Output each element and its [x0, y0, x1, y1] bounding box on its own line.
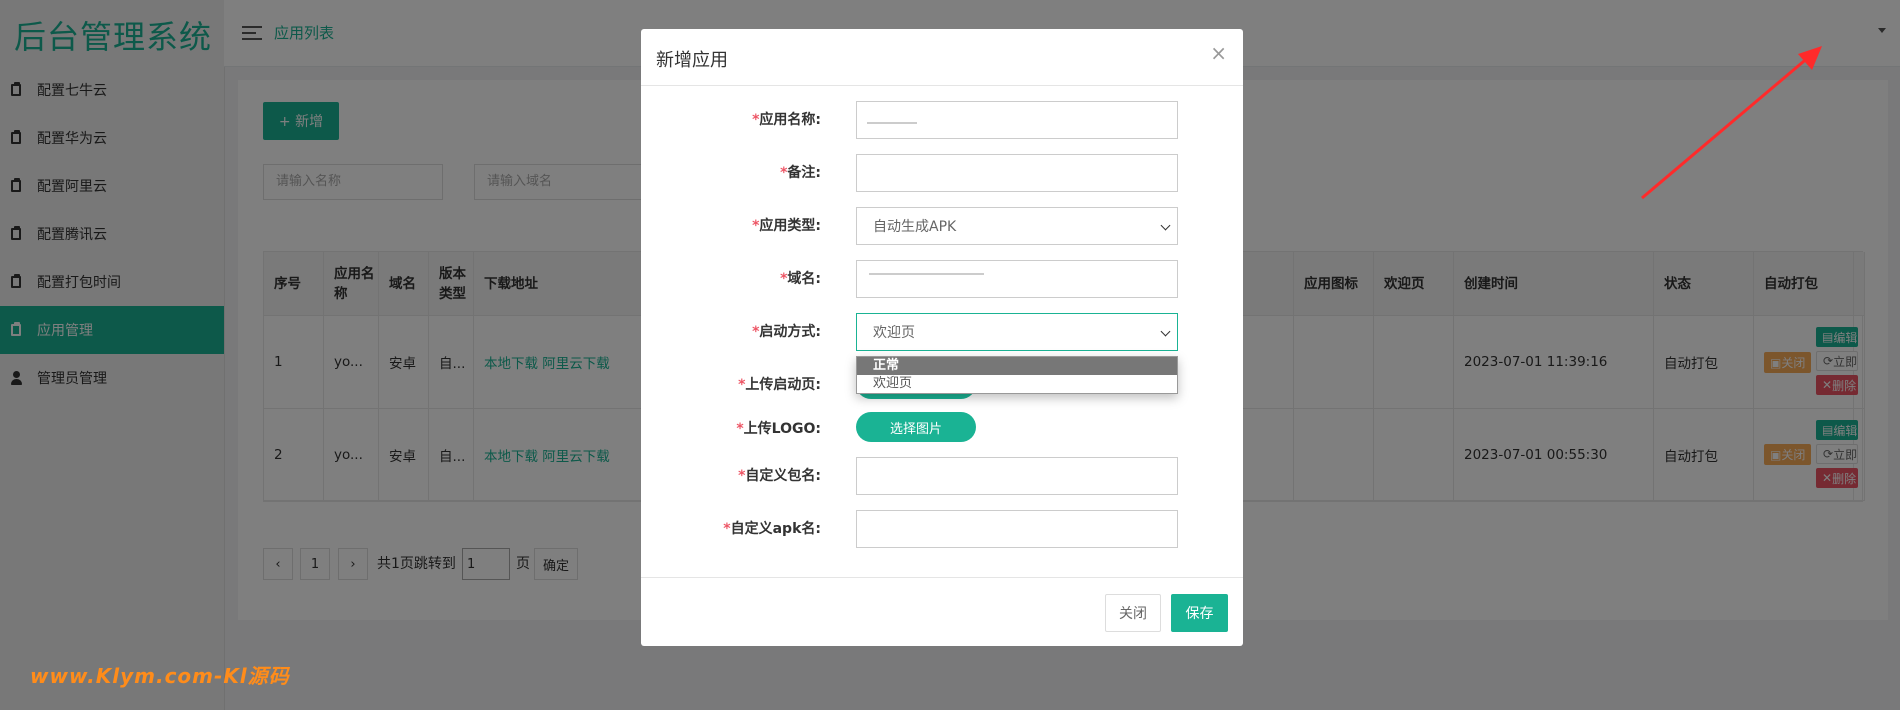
app-type-select[interactable]: 自动生成APK	[856, 207, 1178, 245]
app-name-input[interactable]	[856, 101, 1178, 139]
save-button[interactable]: 保存	[1171, 594, 1228, 632]
redacted-value	[869, 273, 984, 275]
field-label-launch-mode: *启动方式:	[752, 324, 821, 340]
field-label-app-name: *应用名称:	[752, 112, 821, 128]
field-label-remark: *备注:	[780, 165, 821, 181]
chevron-down-icon	[1160, 326, 1171, 337]
field-label-logo-upload: *上传LOGO:	[736, 421, 821, 437]
field-label-splash-upload: *上传启动页:	[738, 377, 821, 393]
field-label-package: *自定义包名:	[738, 468, 821, 484]
close-button[interactable]: 关闭	[1105, 594, 1161, 632]
option-normal[interactable]: 正常	[857, 357, 1177, 375]
annotation-arrow-icon	[1641, 46, 1822, 200]
field-label-domain: *域名:	[780, 271, 821, 287]
redacted-value	[867, 122, 917, 124]
dialog-title: 新增应用	[656, 50, 728, 71]
remark-input[interactable]	[856, 154, 1178, 192]
watermark: www.Klym.com-Kl源码	[30, 664, 290, 688]
logo-pick-button[interactable]: 选择图片	[856, 412, 976, 442]
apk-name-input[interactable]	[856, 510, 1178, 548]
option-welcome[interactable]: 欢迎页	[857, 375, 1177, 393]
field-label-apk: *自定义apk名:	[723, 521, 821, 537]
add-app-dialog: 新增应用 × *应用名称: *备注: *应用类型: 自动生成APK *域名: *…	[641, 29, 1243, 646]
chevron-down-icon	[1160, 220, 1171, 231]
launch-mode-options: 正常 欢迎页	[856, 356, 1178, 394]
field-label-app-type: *应用类型:	[752, 218, 821, 234]
domain-input[interactable]	[856, 260, 1178, 298]
close-icon[interactable]: ×	[1210, 41, 1227, 65]
package-name-input[interactable]	[856, 457, 1178, 495]
dialog-header: 新增应用 ×	[641, 29, 1243, 86]
launch-mode-select[interactable]: 欢迎页	[856, 313, 1178, 351]
